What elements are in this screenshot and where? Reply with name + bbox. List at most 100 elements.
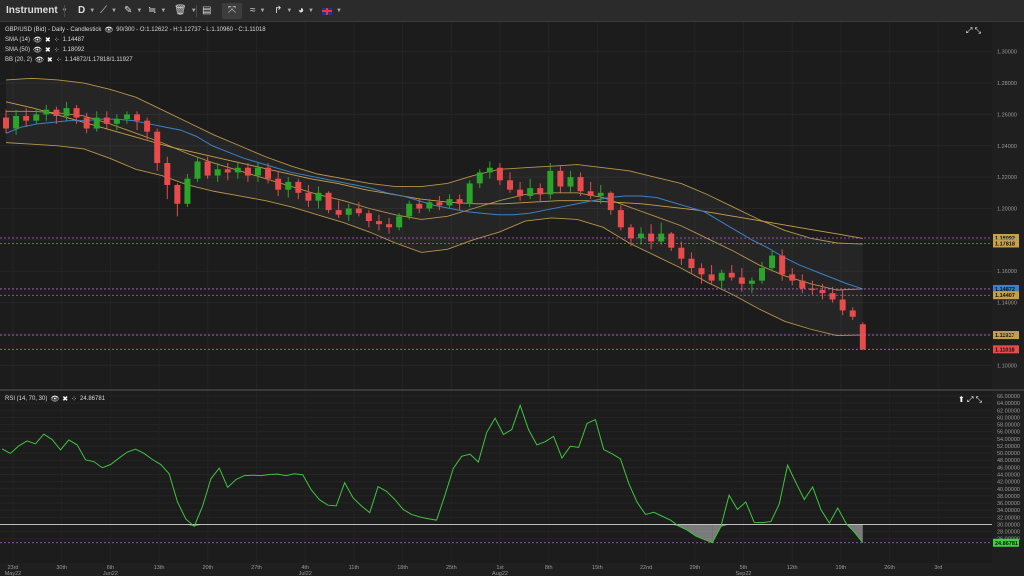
rsi-chart[interactable]: 66.0000064.0000062.0000060.00000 58.00000… [0,391,1024,576]
candle-body [335,210,342,215]
instrument-dropdown[interactable]: Instrument ▼ [6,3,68,19]
legend-instrument: GBP/USD (Bid) - Daily - Candlestick [5,27,102,33]
candle-body [829,293,836,300]
settings-icon[interactable]: ⁘ [56,56,62,64]
legend-main: GBP/USD (Bid) - Daily - Candlestick 👁 90… [5,26,266,34]
chevron-down-icon: ▼ [111,8,117,14]
candle-body [184,178,191,204]
candle-body [517,189,524,196]
candle-body [174,184,181,204]
settings-icon[interactable]: ⁘ [54,46,60,54]
uk-flag-icon [322,7,332,15]
date-tick-month: May22 [5,571,22,576]
eye-icon[interactable]: 👁 [35,56,44,64]
legend-rsi-name: RSI (14, 70, 30) [5,396,48,402]
eye-icon[interactable]: 👁 [50,395,59,403]
draw-tool-button[interactable]: ✎ ▼ [124,3,142,19]
candle-body [53,109,60,116]
rsi-tick-label: 64.00000 [997,401,1020,407]
chevron-down-icon: ▼ [160,8,167,14]
date-tick-label: 25th [446,565,457,571]
arrow-up-icon[interactable]: ⬆ [958,395,965,404]
price-tick-label: 1.20000 [997,207,1017,213]
settings-icon[interactable]: ⁘ [54,36,60,44]
candle-body [63,108,70,116]
candle-body [839,299,846,311]
settings-icon[interactable]: ⁘ [71,395,77,403]
date-tick-label: 18th [397,565,408,571]
close-icon[interactable]: ✖ [47,56,53,64]
maximize-icon[interactable]: ⤡ [976,395,982,404]
eye-icon[interactable]: 👁 [33,46,42,54]
fullscreen-button[interactable]: ⤧ [222,3,242,19]
rsi-tick-label: 34.00000 [997,508,1020,514]
rsi-pane-controls: ⬆ ⤢ ⤡ [958,395,982,405]
chevron-down-icon: ▼ [89,8,96,14]
price-tick-label: 1.24000 [997,144,1017,150]
price-chart-pane[interactable]: 1.18092 1.17818 1.14872 1.14407 1.11927 1.110… [0,22,1024,390]
price-tick-label: 1.18000 [997,238,1017,244]
date-tick-label: 22nd [640,565,652,571]
timeframe-dropdown[interactable]: D ▼ [78,3,95,19]
rsi-tick-label: 38.00000 [997,494,1020,500]
date-tick-label: 29th [689,565,700,571]
line-tool-button[interactable]: ⟋ ▼ [100,3,117,19]
candle-body [123,114,130,120]
rsi-tick-label: 42.00000 [997,480,1020,486]
candle-body [204,161,211,176]
candle-body [738,277,745,284]
candle-body [607,192,614,211]
rsi-pane[interactable]: 66.00000 64.00000 62.00000 60.00000 58.00000… [0,391,1024,576]
candle-body [164,163,171,185]
layout-icon: ▤ [202,5,212,16]
candle-body [13,115,20,129]
legend-sma14: SMA (14) 👁 ✖ ⁘ 1.14487 [5,36,84,44]
legend-sma14-value: 1.14487 [62,37,85,43]
candle-body [547,170,554,195]
candle-body [446,199,453,206]
date-axis: 23rdMay2230th 6thJun2213th 20th 27th 4thJul2… [0,563,992,576]
eye-icon[interactable]: 👁 [33,36,42,44]
candle-body [375,221,382,225]
language-button[interactable]: ▼ [322,3,342,19]
close-icon[interactable]: ✖ [62,395,68,403]
close-icon[interactable]: ✖ [45,36,51,44]
toolbar-divider [64,5,65,17]
expand-icon[interactable]: ⤢ [966,26,972,35]
candle-body [678,247,685,259]
expand-icon[interactable]: ⤢ [967,395,973,404]
delete-tool-button[interactable]: 🗑 ▼ [174,3,197,19]
candle-body [416,203,423,209]
rsi-axis: 66.0000064.0000062.0000060.00000 58.00000… [993,394,1020,547]
date-tick-month: Aug22 [492,571,508,576]
candle-body [769,255,776,269]
candle-body [426,202,433,209]
main-pane-controls: ⤢ ⤡ [966,26,981,36]
price-tick-label: 1.22000 [997,175,1017,181]
price-level-label: 1.11018 [995,347,1015,353]
eye-icon[interactable]: 👁 [104,26,113,34]
theme-button[interactable]: ◕ ▼ [298,3,314,19]
rsi-tick-label: 56.00000 [997,430,1020,436]
fibonacci-tool-button[interactable]: ≒ ▼ [148,3,166,19]
candle-body [486,167,493,173]
instrument-label: Instrument [6,5,58,16]
candle-body [154,131,161,164]
close-icon[interactable]: ✖ [45,46,51,54]
indicators-button[interactable]: ≈ ▼ [250,3,265,19]
legend-rsi-value: 24.86781 [80,396,106,402]
toolbar-divider [196,5,197,17]
candle-body [315,192,322,201]
price-chart[interactable]: 1.180921.178181.148721.144071.119271.110… [0,22,1024,390]
layout-button[interactable]: ▤ [202,3,211,19]
rsi-tick-label: 36.00000 [997,501,1020,507]
price-tick-label: 1.10000 [997,363,1017,369]
share-button[interactable]: ↱ ▼ [274,3,292,19]
candle-body [718,272,725,281]
candle-body [244,167,251,176]
chevron-down-icon: ▼ [136,8,143,14]
maximize-icon[interactable]: ⤡ [975,26,981,35]
fibonacci-icon: ≒ [148,5,157,16]
legend-sma50: SMA (50) 👁 ✖ ⁘ 1.18092 [5,46,84,54]
palette-icon: ◕ [298,5,305,16]
